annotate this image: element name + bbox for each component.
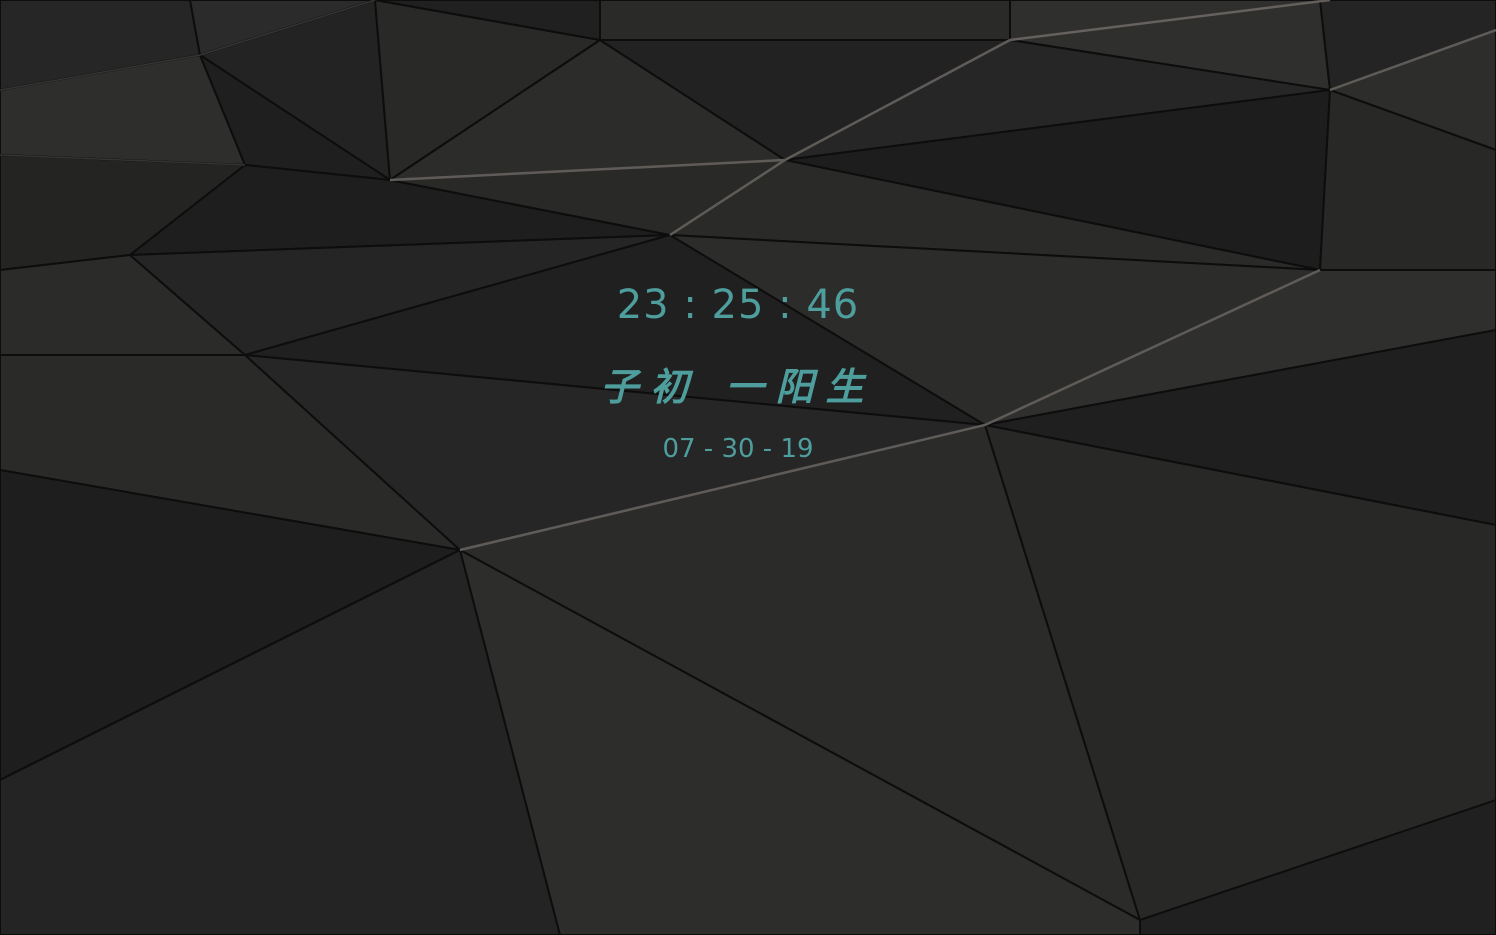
clock-date: 07 - 30 - 19 (662, 434, 814, 464)
clock-shichen-label: 子初 一阳生 (600, 364, 876, 409)
clock-time: 23 : 25 : 46 (616, 282, 860, 328)
desktop: 23 : 25 : 46 子初 一阳生 07 - 30 - 19 (0, 0, 1496, 935)
desktop-clock-widget: 23 : 25 : 46 子初 一阳生 07 - 30 - 19 (548, 270, 928, 480)
